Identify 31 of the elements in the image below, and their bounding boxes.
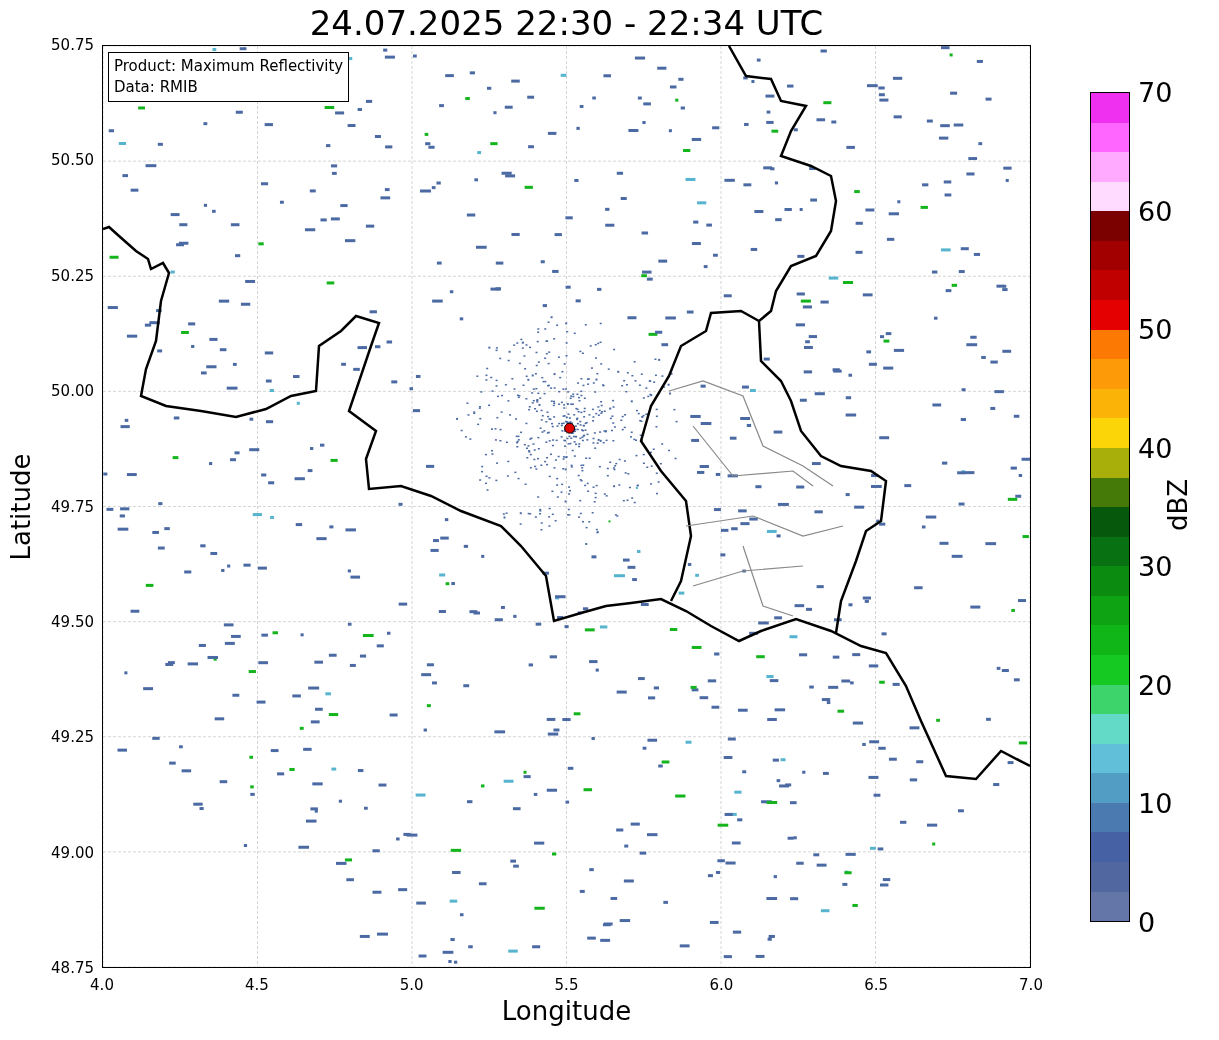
colorbar-label: dBZ: [1163, 478, 1193, 532]
y-tick-label: 49.75: [51, 497, 94, 516]
x-tick-label: 6.0: [709, 976, 734, 994]
colorbar-tick-label: 0: [1138, 906, 1156, 938]
y-tick-label: 50.25: [51, 266, 94, 285]
radar-site-marker: [564, 422, 576, 434]
y-axis-label: Latitude: [5, 453, 35, 560]
colorbar-tick-label: 20: [1138, 669, 1173, 701]
legend-text: Data: RMIB: [114, 77, 199, 98]
colorbar-tick-label: 30: [1138, 550, 1173, 582]
y-tick-label: 50.00: [51, 382, 94, 401]
colorbar-tick-label: 10: [1138, 787, 1173, 819]
x-axis-label: Longitude: [501, 996, 632, 1026]
colorbar-tick-label: 40: [1138, 432, 1173, 464]
colorbar-tick-label: 60: [1138, 195, 1173, 227]
y-tick-label: 49.00: [51, 843, 94, 862]
colorbar-tick-label: 50: [1138, 313, 1173, 345]
x-tick-label: 5.5: [554, 976, 579, 994]
colorbar-tick-label: 70: [1138, 76, 1173, 108]
x-tick-label: 5.0: [399, 976, 424, 994]
y-tick-label: 48.75: [51, 959, 94, 977]
x-tick-label: 4.5: [244, 976, 269, 994]
x-tick-label: 7.0: [1019, 976, 1043, 994]
y-tick-label: 49.50: [51, 612, 94, 631]
x-tick-label: 6.5: [864, 976, 889, 994]
y-tick-label: 50.50: [51, 151, 94, 170]
chart-title: 24.07.2025 22:30 - 22:34 UTC: [308, 1, 825, 45]
legend-text: Product: Maximum Reflectivity: [114, 56, 344, 77]
y-tick-label: 49.25: [51, 728, 94, 747]
x-tick-label: 4.0: [90, 976, 114, 994]
y-tick-label: 50.75: [51, 36, 94, 54]
